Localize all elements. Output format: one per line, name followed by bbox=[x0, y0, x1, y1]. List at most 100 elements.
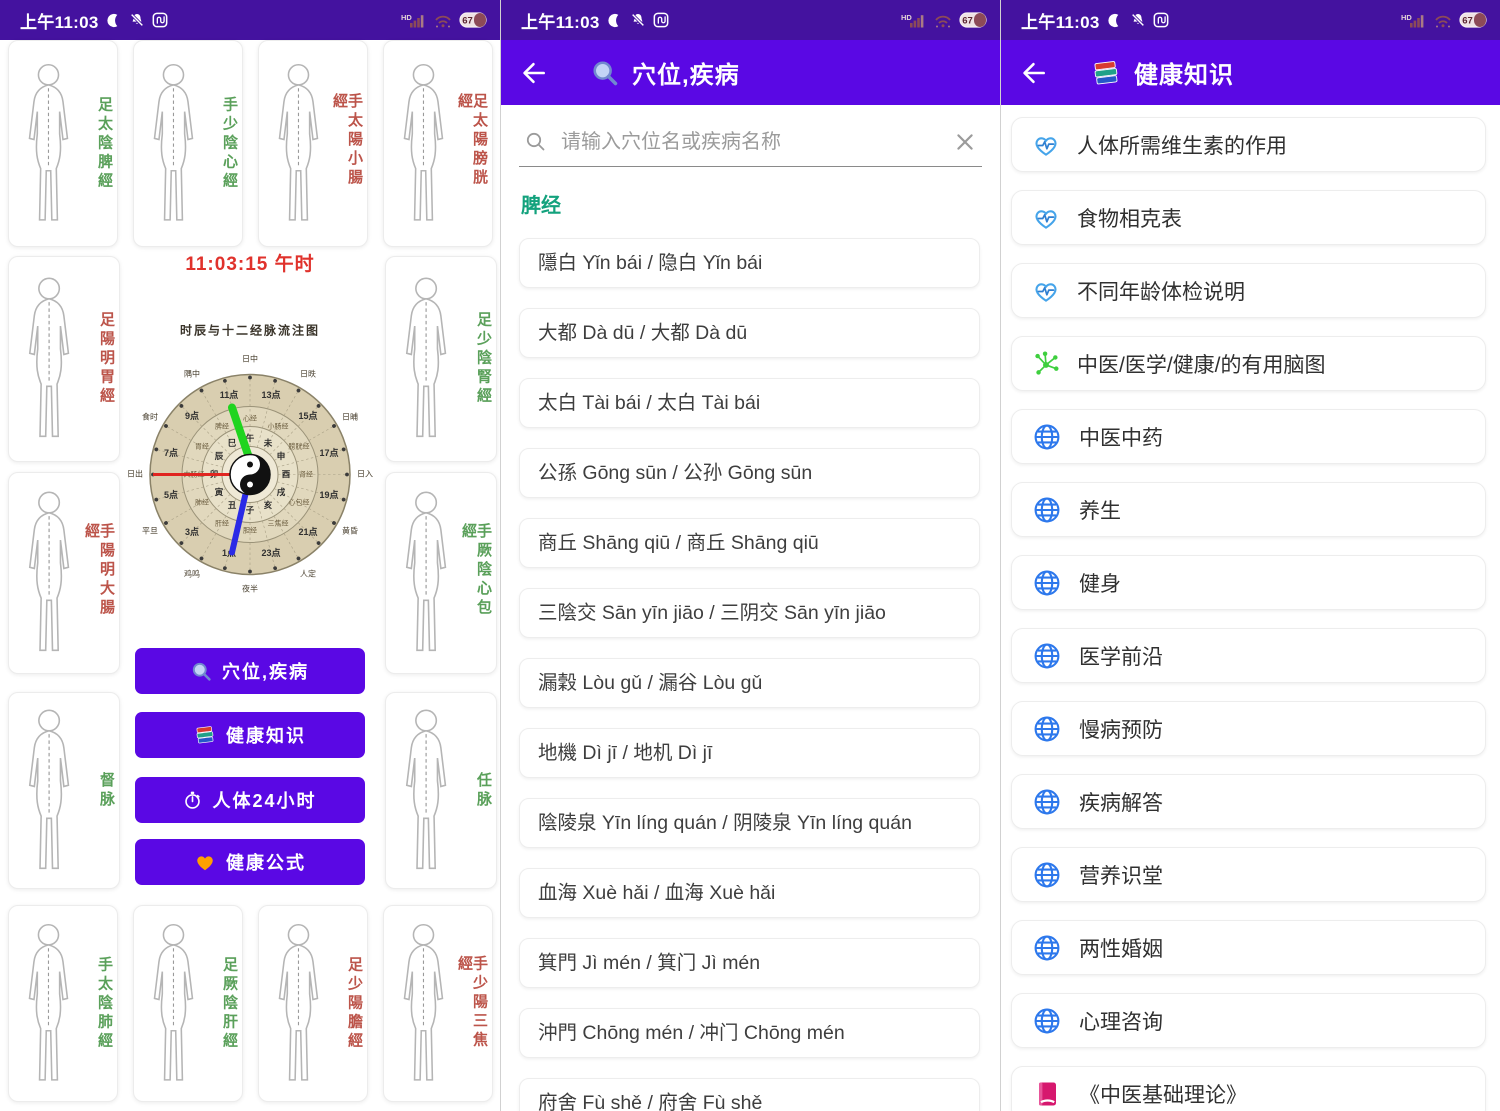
signal-icon: HD bbox=[401, 12, 427, 29]
list-item[interactable]: 中医/医学/健康/的有用脑图 bbox=[1011, 336, 1486, 391]
list-item[interactable]: 心理咨询 bbox=[1011, 993, 1486, 1048]
meridian-card-label: 手少陽三焦經 bbox=[457, 955, 487, 1053]
svg-text:未: 未 bbox=[263, 438, 273, 448]
svg-text:19点: 19点 bbox=[319, 489, 338, 500]
meridian-card[interactable]: 足太陰脾經 bbox=[8, 40, 118, 247]
list-item[interactable]: 医学前沿 bbox=[1011, 628, 1486, 683]
app-bar: 穴位,疾病 bbox=[501, 40, 1000, 105]
list-item[interactable]: 慢病预防 bbox=[1011, 701, 1486, 756]
list-item[interactable]: 太白 Tài bái / 太白 Tài bái bbox=[519, 378, 980, 428]
list-item[interactable]: 公孫 Gōng sūn / 公孙 Gōng sūn bbox=[519, 448, 980, 498]
meridian-card[interactable]: 足厥陰肝經 bbox=[133, 905, 243, 1102]
current-time-display: 11:03:15 午时 bbox=[125, 249, 375, 276]
button-label: 穴位,疾病 bbox=[222, 658, 309, 684]
svg-text:日入: 日入 bbox=[357, 470, 373, 479]
svg-text:肾经: 肾经 bbox=[299, 469, 313, 478]
list-item-label: 医学前沿 bbox=[1079, 641, 1163, 671]
list-item[interactable]: 《中医基础理论》 bbox=[1011, 1066, 1486, 1111]
meridian-card[interactable]: 手厥陰心包經 bbox=[385, 472, 497, 674]
do-not-disturb-moon-icon bbox=[1108, 13, 1123, 28]
svg-text:隅中: 隅中 bbox=[184, 369, 200, 379]
meridian-card-label: 足陽明胃經 bbox=[99, 312, 114, 407]
clear-icon[interactable] bbox=[954, 131, 976, 153]
search-input[interactable] bbox=[559, 130, 942, 155]
svg-text:17点: 17点 bbox=[319, 447, 338, 458]
list-item[interactable]: 营养识堂 bbox=[1011, 847, 1486, 902]
meridian-card[interactable]: 手少陽三焦經 bbox=[383, 905, 493, 1102]
body-diagram bbox=[390, 918, 457, 1090]
body-24hours-button[interactable]: 人体24小时 bbox=[135, 777, 365, 823]
body-diagram bbox=[15, 705, 83, 877]
meridian-card[interactable]: 足少陽膽經 bbox=[258, 905, 368, 1102]
meridian-card[interactable]: 手少陰心經 bbox=[133, 40, 243, 247]
battery-icon: 67 bbox=[1459, 12, 1488, 28]
heart-pulse-icon bbox=[1032, 277, 1060, 305]
list-item[interactable]: 大都 Dà dū / 大都 Dà dū bbox=[519, 308, 980, 358]
list-item[interactable]: 健身 bbox=[1011, 555, 1486, 610]
meridian-card[interactable]: 督脉 bbox=[8, 692, 120, 889]
battery-icon: 67 bbox=[459, 12, 488, 28]
globe-icon bbox=[1032, 714, 1062, 744]
meridian-card-label: 足少陰腎經 bbox=[476, 312, 491, 407]
list-item[interactable]: 漏穀 Lòu gǔ / 漏谷 Lòu gǔ bbox=[519, 658, 980, 708]
list-item-label: 中医/医学/健康/的有用脑图 bbox=[1077, 349, 1326, 379]
list-item[interactable]: 食物相克表 bbox=[1011, 190, 1486, 245]
svg-text:辰: 辰 bbox=[215, 451, 224, 461]
list-item[interactable]: 血海 Xuè hǎi / 血海 Xuè hǎi bbox=[519, 868, 980, 918]
list-item[interactable]: 中医中药 bbox=[1011, 409, 1486, 464]
meridian-card[interactable]: 足少陰腎經 bbox=[385, 256, 497, 462]
signal-icon: HD bbox=[1401, 12, 1427, 29]
svg-text:7点: 7点 bbox=[164, 447, 178, 458]
list-item-label: 中医中药 bbox=[1079, 422, 1163, 452]
books-icon bbox=[194, 724, 216, 746]
health-knowledge-button[interactable]: 健康知识 bbox=[135, 712, 365, 758]
list-item[interactable]: 两性婚姻 bbox=[1011, 920, 1486, 975]
svg-text:HD: HD bbox=[901, 13, 912, 22]
list-item[interactable]: 地機 Dì jī / 地机 Dì jī bbox=[519, 728, 980, 778]
list-item[interactable]: 养生 bbox=[1011, 482, 1486, 537]
wifi-icon bbox=[433, 12, 453, 29]
meridian-card[interactable]: 足太陽膀胱經 bbox=[383, 40, 493, 247]
meridian-card[interactable]: 任脉 bbox=[385, 692, 497, 889]
back-button[interactable] bbox=[1019, 58, 1049, 88]
list-item-label: 营养识堂 bbox=[1079, 860, 1163, 890]
svg-text:戌: 戌 bbox=[277, 487, 286, 497]
svg-text:心经: 心经 bbox=[243, 413, 257, 422]
svg-text:67: 67 bbox=[962, 16, 973, 27]
svg-text:23点: 23点 bbox=[261, 547, 280, 558]
body-diagram bbox=[140, 53, 207, 233]
svg-text:鸡鸣: 鸡鸣 bbox=[184, 569, 200, 579]
list-item[interactable]: 商丘 Shāng qiū / 商丘 Shāng qiū bbox=[519, 518, 980, 568]
meridian-card-label: 手厥陰心包經 bbox=[461, 523, 491, 623]
meridian-card[interactable]: 足陽明胃經 bbox=[8, 256, 120, 462]
page-title: 穴位,疾病 bbox=[632, 55, 740, 90]
health-formula-button[interactable]: 健康公式 bbox=[135, 839, 365, 885]
page-title: 健康知识 bbox=[1134, 55, 1234, 90]
meridian-card[interactable]: 手太陰肺經 bbox=[8, 905, 118, 1102]
list-item[interactable]: 不同年龄体检说明 bbox=[1011, 263, 1486, 318]
list-item[interactable]: 箕門 Jì mén / 箕门 Jì mén bbox=[519, 938, 980, 988]
globe-icon bbox=[1032, 1006, 1062, 1036]
back-button[interactable] bbox=[519, 58, 549, 88]
status-bar: 上午11:03 HD 67 bbox=[501, 0, 1000, 40]
list-item[interactable]: 疾病解答 bbox=[1011, 774, 1486, 829]
list-item[interactable]: 府舍 Fù shě / 府舍 Fù shě bbox=[519, 1078, 980, 1111]
svg-text:子: 子 bbox=[246, 505, 255, 515]
mute-bell-icon bbox=[129, 12, 145, 28]
list-item[interactable]: 陰陵泉 Yīn líng quán / 阴陵泉 Yīn líng quán bbox=[519, 798, 980, 848]
app-bar: 健康知识 bbox=[1001, 40, 1500, 105]
list-item[interactable]: 三陰交 Sān yīn jiāo / 三阴交 Sān yīn jiāo bbox=[519, 588, 980, 638]
body-diagram bbox=[140, 918, 207, 1090]
clock-title: 时辰与十二经脉流注图 bbox=[180, 323, 320, 338]
list-item[interactable]: 人体所需维生素的作用 bbox=[1011, 117, 1486, 172]
meridian-card[interactable]: 手太陽小腸經 bbox=[258, 40, 368, 247]
acupoint-search-button[interactable]: 穴位,疾病 bbox=[135, 648, 365, 694]
wifi-icon bbox=[933, 12, 953, 29]
list-item[interactable]: 沖門 Chōng mén / 冲门 Chōng mén bbox=[519, 1008, 980, 1058]
search-icon bbox=[591, 59, 619, 87]
list-item-label: 不同年龄体检说明 bbox=[1077, 276, 1245, 306]
meridian-card-label: 足太陰脾經 bbox=[97, 96, 112, 191]
signal-icon: HD bbox=[901, 12, 927, 29]
meridian-card[interactable]: 手陽明大腸經 bbox=[8, 472, 120, 674]
list-item[interactable]: 隱白 Yǐn bái / 隐白 Yǐn bái bbox=[519, 238, 980, 288]
